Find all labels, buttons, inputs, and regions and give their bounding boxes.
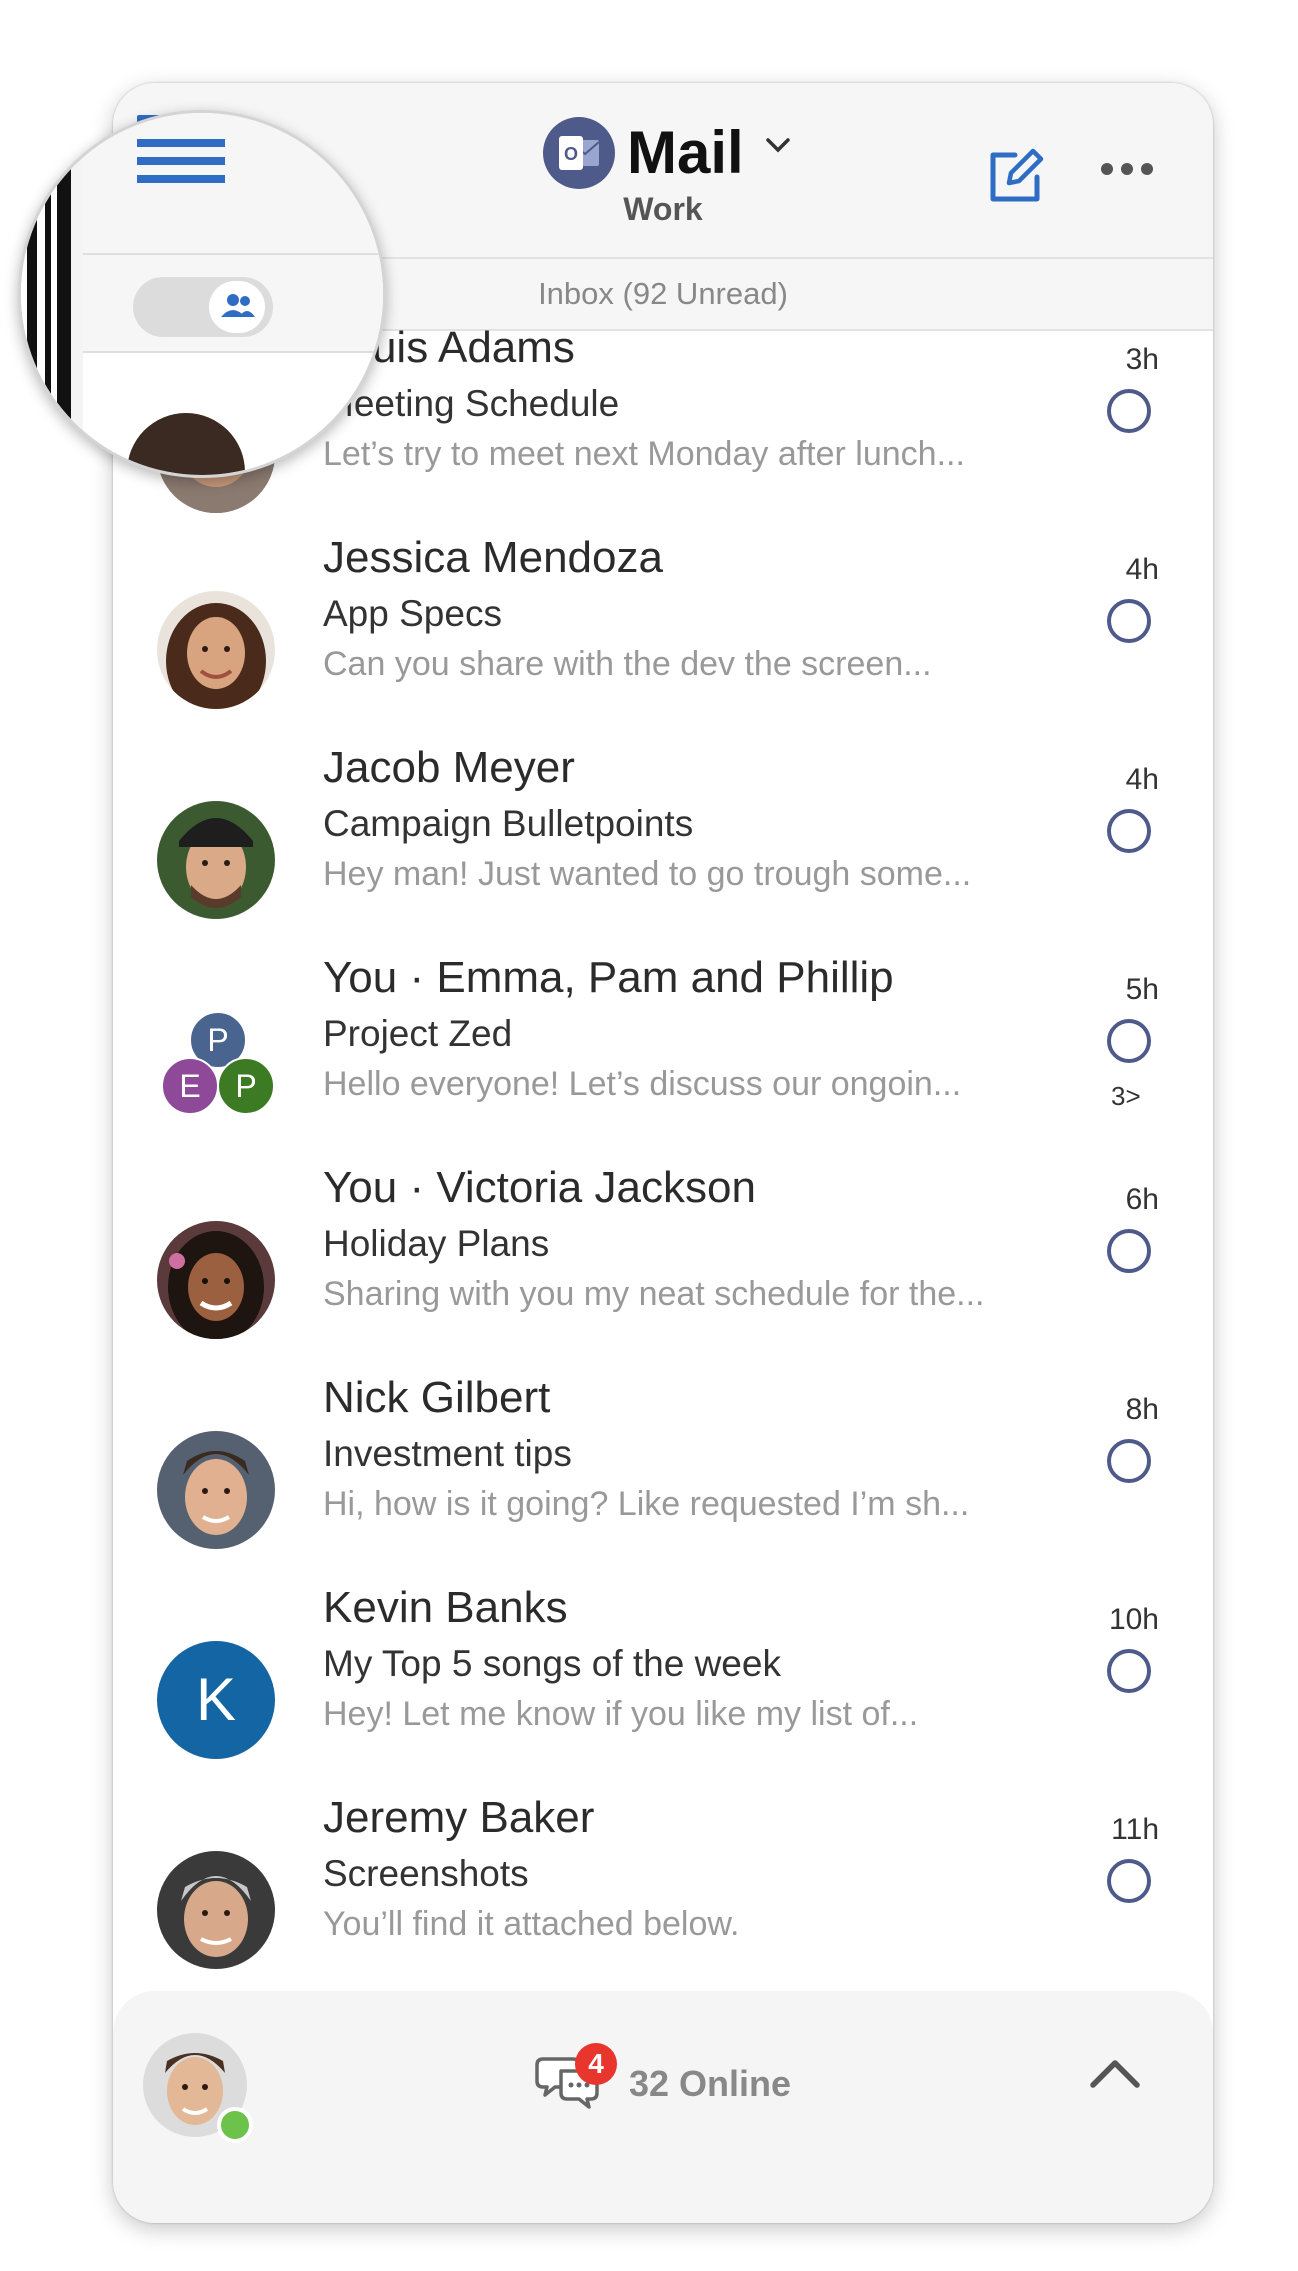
email-row[interactable]: P E P You · Emma, Pam and Phillip Projec… [113,953,1213,1171]
avatar [157,1221,275,1339]
email-subject: Holiday Plans [323,1223,550,1264]
people-filter-toggle[interactable] [133,277,273,337]
svg-text:O: O [564,144,578,164]
mark-read-toggle[interactable] [1107,599,1151,643]
email-time: 11h [1111,1813,1159,1846]
email-time: 5h [1125,973,1159,1006]
avatar [157,801,275,919]
email-preview: Let’s try to meet next Monday after lunc… [323,435,965,473]
sender-name: Kevin Banks [323,1583,568,1632]
mark-read-toggle[interactable] [1107,1439,1151,1483]
outlook-app-icon: O [543,117,615,189]
email-time: 10h [1108,1603,1159,1636]
page-title: Mail [627,119,744,186]
email-preview: Hi, how is it going? Like requested I’m … [323,1485,970,1523]
group-avatar-initial: E [161,1057,219,1115]
email-row[interactable]: Nick Gilbert Investment tips Hi, how is … [113,1373,1213,1591]
avatar [157,591,275,709]
avatar [157,1851,275,1969]
chevron-up-icon[interactable] [1089,2057,1141,2091]
email-preview: You’ll find it attached below. [323,1905,740,1943]
email-row[interactable]: K Kevin Banks My Top 5 songs of the week… [113,1583,1213,1801]
email-preview: Hey man! Just wanted to go trough some..… [323,855,972,893]
sender-name: Jeremy Baker [323,1793,595,1842]
email-time: 8h [1125,1393,1159,1426]
mark-read-toggle[interactable] [1107,1649,1151,1693]
email-time: 4h [1125,763,1159,796]
more-options-icon[interactable] [1101,163,1153,175]
email-subject: App Specs [323,593,502,634]
compose-icon[interactable] [985,147,1045,207]
mark-read-toggle[interactable] [1107,1859,1151,1903]
chevron-down-icon[interactable] [765,135,791,155]
sender-name: Jessica Mendoza [323,533,663,582]
email-subject: Campaign Bulletpoints [323,803,694,844]
avatar: K [157,1641,275,1759]
people-icon [221,294,255,317]
sender-name: You · Emma, Pam and Phillip [323,953,894,1002]
email-time: 6h [1125,1183,1159,1216]
email-preview: Hey! Let me know if you like my list of.… [323,1695,919,1733]
mark-read-toggle[interactable] [1107,1019,1151,1063]
mark-read-toggle[interactable] [1107,809,1151,853]
mark-read-toggle[interactable] [1107,389,1151,433]
thread-count[interactable]: 3> [1111,1081,1141,1112]
sender-name: Nick Gilbert [323,1373,551,1422]
email-preview: Sharing with you my neat schedule for th… [323,1275,985,1313]
email-subject: Project Zed [323,1013,513,1054]
email-row[interactable]: Jeremy Baker Screenshots You’ll find it … [113,1793,1213,2011]
email-row[interactable]: You · Victoria Jackson Holiday Plans Sha… [113,1163,1213,1381]
sender-name: Jacob Meyer [323,743,575,792]
sender-name: You · Victoria Jackson [323,1163,756,1212]
email-time: 3h [1125,343,1159,376]
email-preview: Can you share with the dev the screen... [323,645,932,683]
group-avatar: P E P [157,1011,275,1129]
online-count[interactable]: 32 Online [629,2063,791,2105]
email-preview: Hello everyone! Let’s discuss our ongoin… [323,1065,962,1103]
email-subject: My Top 5 songs of the week [323,1643,781,1684]
magnifier-callout [18,110,386,478]
email-time: 4h [1125,553,1159,586]
email-subject: Screenshots [323,1853,529,1894]
online-status-dot [217,2107,253,2143]
chat-count-badge: 4 [575,2043,617,2085]
mark-read-toggle[interactable] [1107,1229,1151,1273]
avatar [157,1431,275,1549]
email-subject: Investment tips [323,1433,572,1474]
email-row[interactable]: Jessica Mendoza App Specs Can you share … [113,533,1213,751]
bottom-bar: 4 32 Online [113,1991,1213,2223]
group-avatar-initial: P [217,1057,275,1115]
email-row[interactable]: Jacob Meyer Campaign Bulletpoints Hey ma… [113,743,1213,961]
